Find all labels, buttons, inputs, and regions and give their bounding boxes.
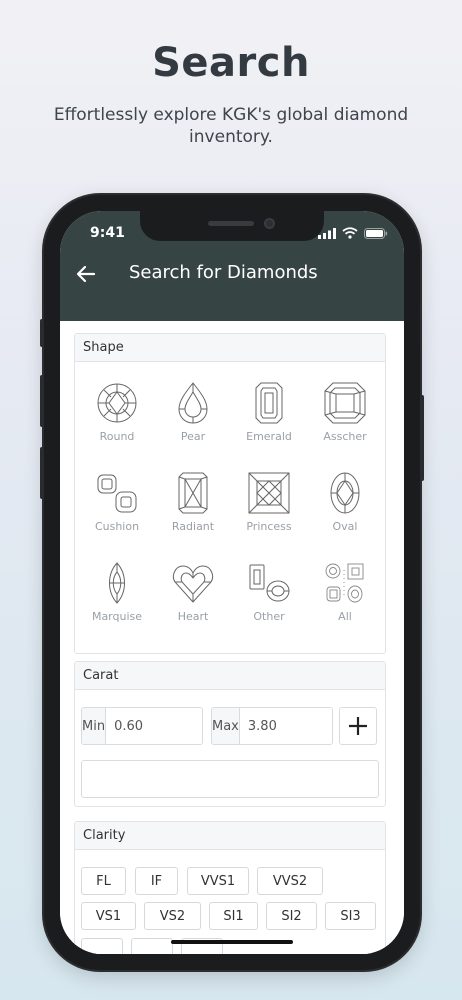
shape-label: All [338, 610, 352, 623]
front-camera [264, 218, 275, 229]
carat-max-label: Max [212, 708, 240, 744]
shape-label: Heart [177, 610, 209, 623]
add-carat-range-button[interactable] [339, 707, 377, 745]
shape-label: Oval [332, 520, 358, 533]
shape-option-princess[interactable]: Princess [230, 472, 308, 552]
marquise-diamond-icon [109, 562, 125, 604]
princess-diamond-icon [248, 472, 290, 514]
carat-min-group: Min [81, 707, 203, 745]
shape-option-all[interactable]: All [306, 562, 384, 642]
status-time: 9:41 [90, 225, 125, 241]
all-diamonds-icon [325, 563, 364, 603]
phone-screen: 9:41 Search for Diamonds Shape Round Pea… [60, 211, 404, 954]
shape-option-pear[interactable]: Pear [154, 382, 232, 462]
clarity-chip-vvs2[interactable]: VVS2 [257, 867, 323, 895]
clarity-chip-vs1[interactable]: VS1 [81, 902, 136, 930]
battery-icon [364, 227, 388, 239]
oval-diamond-icon [330, 472, 360, 514]
carat-section-header: Carat [75, 662, 385, 690]
heart-diamond-icon [172, 565, 214, 603]
wifi-icon [342, 227, 358, 239]
shape-grid: Round Pear Emerald Asscher Cushion Radia… [75, 362, 385, 652]
plus-icon [349, 717, 367, 735]
shape-label: Round [99, 430, 135, 443]
carat-min-input[interactable] [106, 708, 202, 744]
silent-switch [40, 319, 44, 347]
clarity-chip-fl[interactable]: FL [81, 867, 126, 895]
shape-label: Radiant [171, 520, 215, 533]
shape-option-cushion[interactable]: Cushion [78, 472, 156, 552]
shape-section-header: Shape [75, 334, 385, 362]
shape-option-asscher[interactable]: Asscher [306, 382, 384, 462]
other-diamond-icon [249, 564, 290, 602]
shape-label: Emerald [246, 430, 292, 443]
back-arrow-icon[interactable] [74, 261, 100, 287]
clarity-chip-si1[interactable]: SI1 [209, 902, 258, 930]
speaker-grill [208, 221, 254, 226]
shape-option-round[interactable]: Round [78, 382, 156, 462]
clarity-section-header: Clarity [75, 822, 385, 850]
shape-label: Marquise [91, 610, 143, 623]
round-diamond-icon [97, 383, 137, 423]
shape-label: Asscher [323, 430, 367, 443]
pear-diamond-icon [178, 382, 208, 424]
home-indicator [171, 940, 293, 944]
radiant-diamond-icon [178, 472, 208, 514]
shape-label: Other [253, 610, 285, 623]
carat-min-label: Min [82, 708, 107, 744]
shape-label: Cushion [94, 520, 140, 533]
clarity-chip-partial[interactable] [131, 938, 173, 954]
promo-title: Search [152, 40, 310, 86]
asscher-diamond-icon [324, 382, 366, 424]
shape-label: Pear [180, 430, 206, 443]
clarity-chip-vvs1[interactable]: VVS1 [187, 867, 249, 895]
status-icons [318, 227, 388, 239]
emerald-diamond-icon [255, 382, 283, 424]
volume-up-button [40, 375, 44, 427]
carat-section: Carat Min Max [74, 661, 386, 807]
search-form: Shape Round Pear Emerald Asscher Cushion… [60, 321, 404, 954]
power-button [420, 395, 424, 481]
page-title: Search for Diamonds [129, 262, 318, 283]
cushion-diamond-icon [97, 474, 137, 513]
clarity-chip-partial[interactable] [81, 938, 123, 954]
shape-label: Princess [246, 520, 292, 533]
clarity-chip-if[interactable]: IF [135, 867, 178, 895]
phone-frame: 9:41 Search for Diamonds Shape Round Pea… [40, 195, 424, 970]
carat-max-input[interactable] [239, 708, 332, 744]
clarity-section: Clarity FL IF VVS1 VVS2 VS1 VS2 SI1 SI2 … [74, 821, 386, 954]
clarity-chip-si2[interactable]: SI2 [266, 902, 317, 930]
phone-notch [140, 211, 324, 241]
volume-down-button [40, 447, 44, 499]
clarity-chip-vs2[interactable]: VS2 [144, 902, 201, 930]
carat-max-group: Max [211, 707, 333, 745]
shape-section: Shape Round Pear Emerald Asscher Cushion… [74, 333, 386, 654]
shape-option-oval[interactable]: Oval [306, 472, 384, 552]
shape-option-emerald[interactable]: Emerald [230, 382, 308, 462]
shape-option-marquise[interactable]: Marquise [78, 562, 156, 642]
promo-subtitle: Effortlessly explore KGK's global diamon… [53, 105, 409, 147]
shape-option-other[interactable]: Other [230, 562, 308, 642]
shape-option-heart[interactable]: Heart [154, 562, 232, 642]
shape-option-radiant[interactable]: Radiant [154, 472, 232, 552]
clarity-chip-si3[interactable]: SI3 [325, 902, 376, 930]
carat-range-list[interactable] [81, 760, 379, 798]
app-header: 9:41 Search for Diamonds [60, 211, 404, 321]
